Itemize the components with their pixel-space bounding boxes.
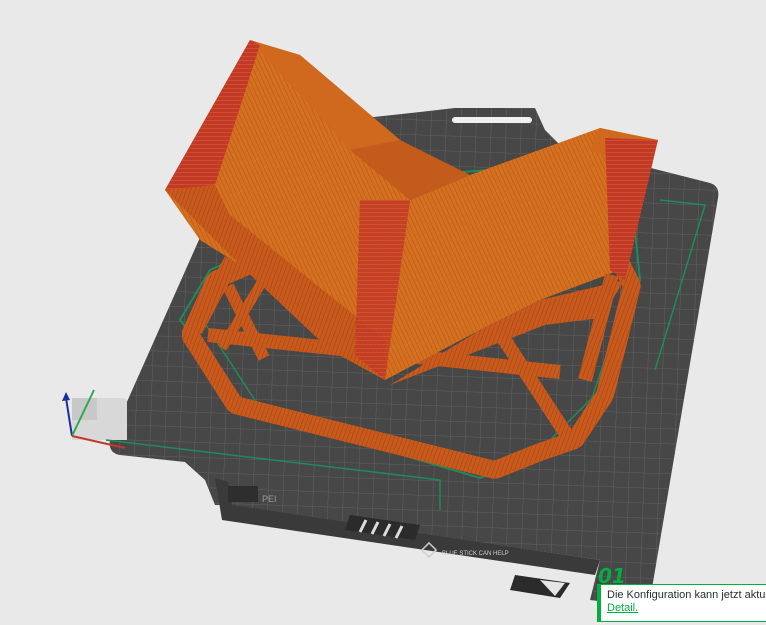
plate-logo-text: BLUE STICK CAN HELP bbox=[442, 551, 509, 557]
plate-label: PEI bbox=[262, 494, 277, 504]
plate-handle bbox=[452, 117, 532, 123]
3d-viewport[interactable]: BLUE STICK CAN HELP PEI bbox=[0, 0, 766, 625]
notification-toast: Die Konfiguration kann jetzt aktualisier… bbox=[597, 584, 766, 622]
z-axis bbox=[65, 397, 73, 437]
notification-accent-bar bbox=[598, 585, 601, 621]
notification-detail-link[interactable]: Detail. bbox=[607, 602, 638, 614]
plate-logo-icon bbox=[228, 486, 258, 502]
notification-message: Die Konfiguration kann jetzt aktualisier… bbox=[607, 589, 766, 601]
